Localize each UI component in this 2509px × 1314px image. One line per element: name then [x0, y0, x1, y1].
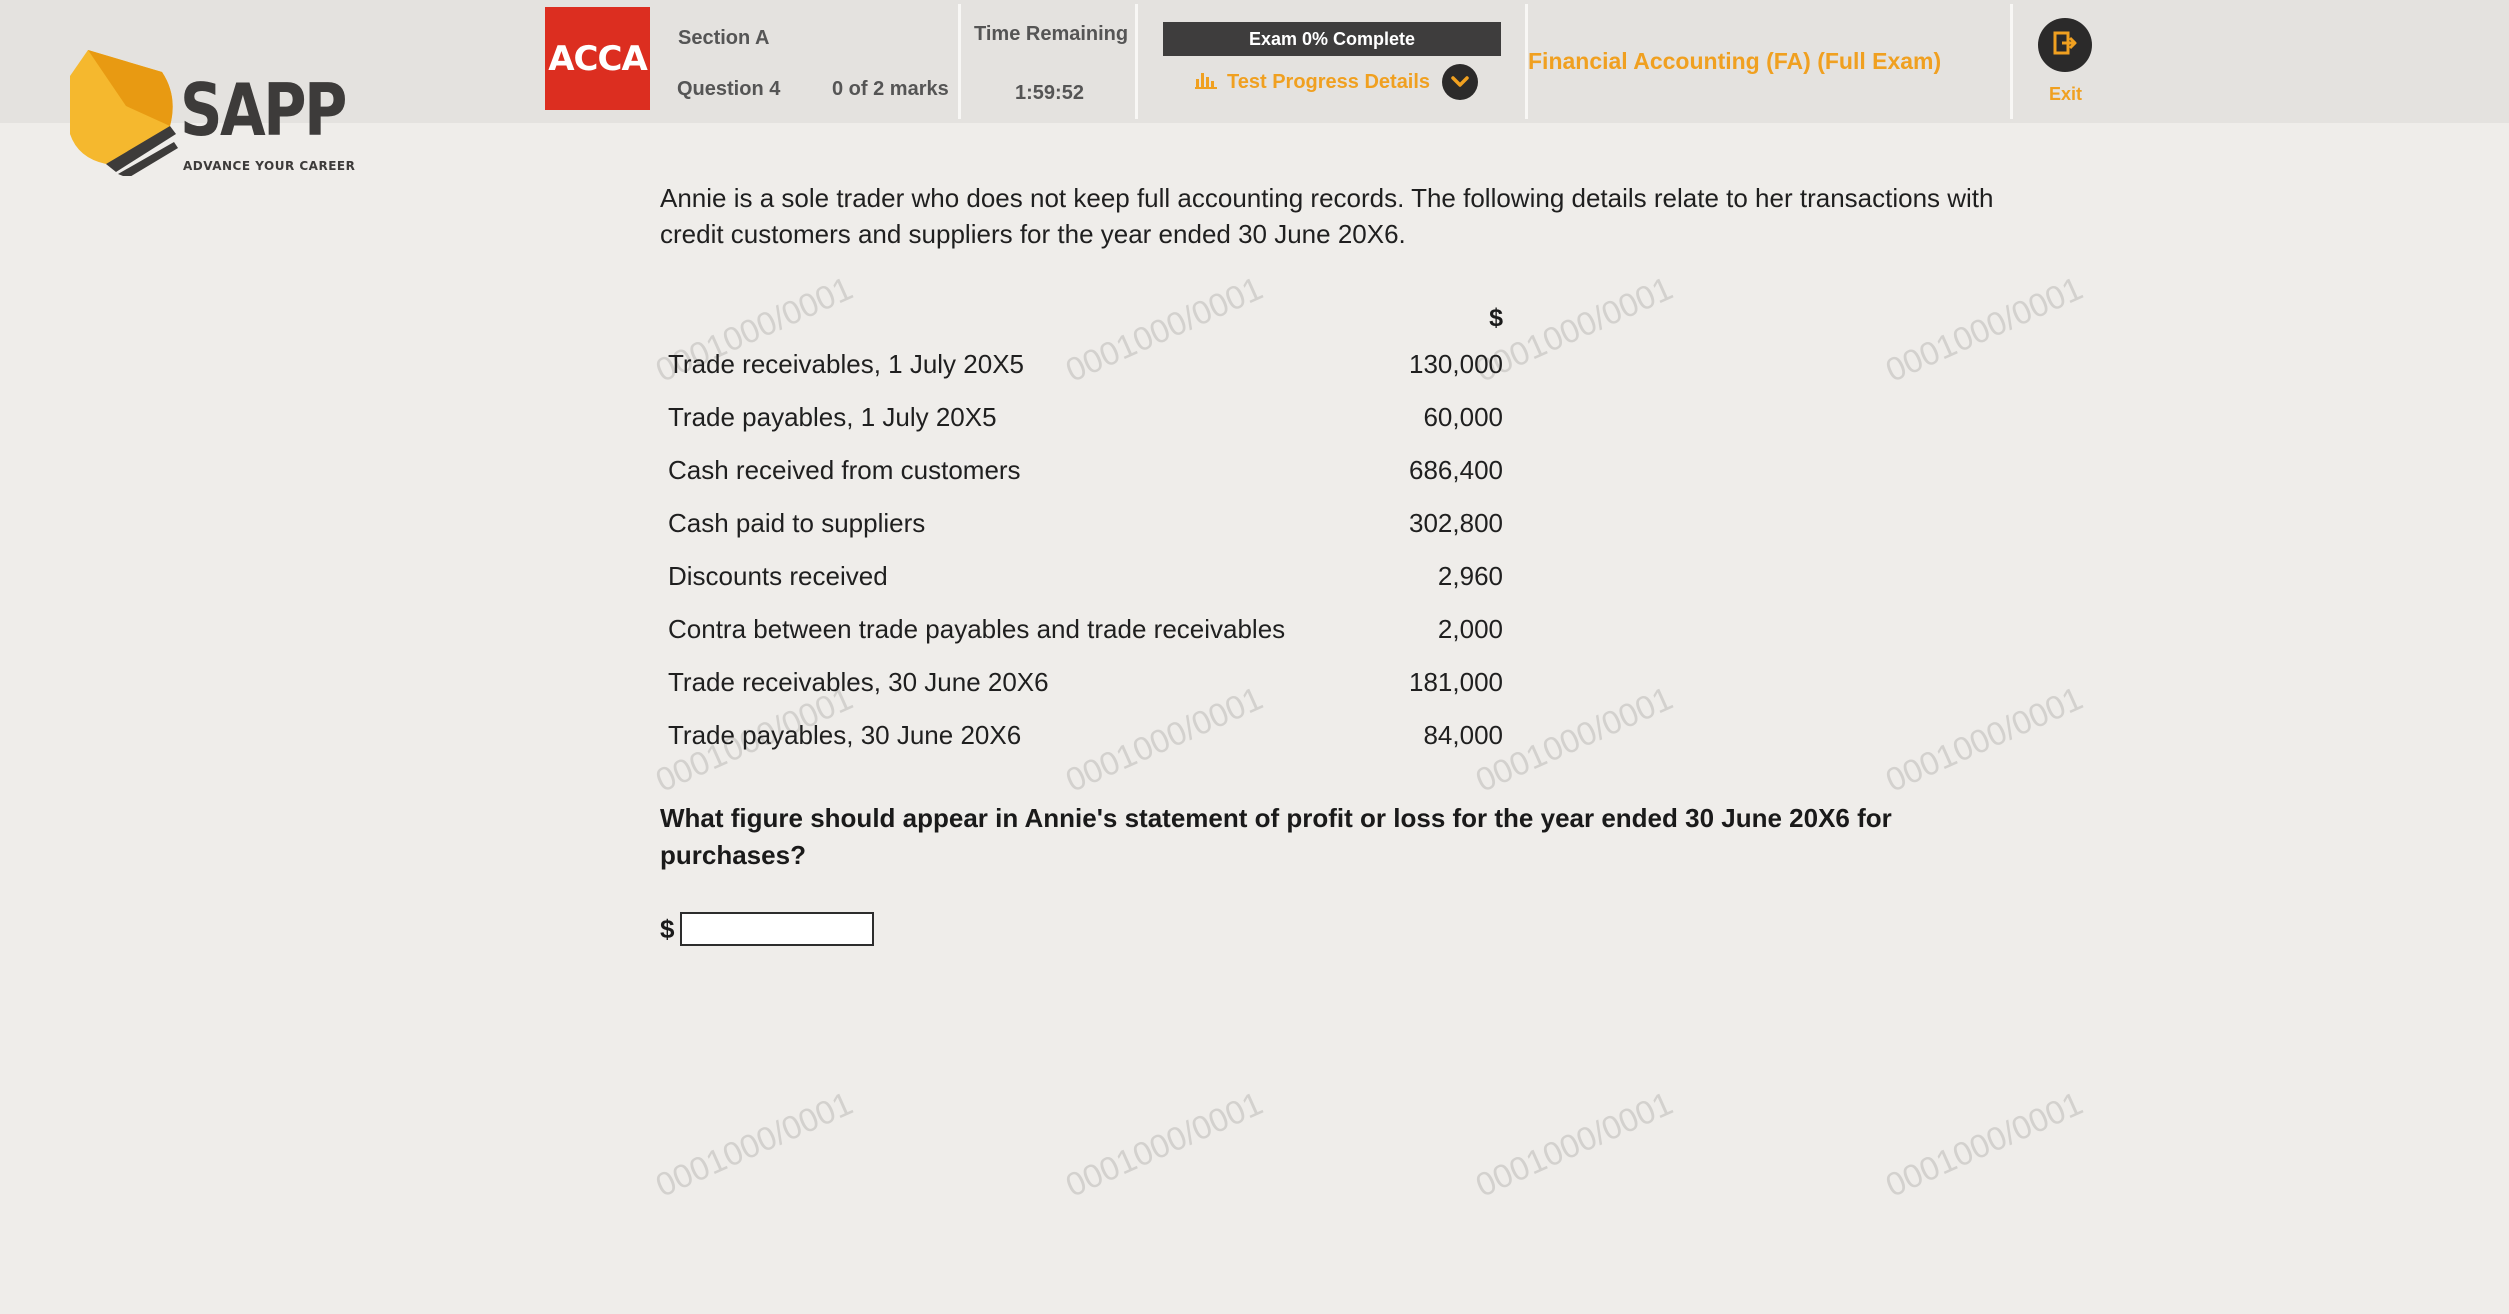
table-row: Cash received from customers 686,400	[668, 444, 1503, 497]
exit-icon	[2052, 30, 2078, 61]
watermark-text: 0001000/0001	[1470, 1084, 1678, 1204]
table-row: Trade receivables, 30 June 20X6 181,000	[668, 656, 1503, 709]
time-remaining-label: Time Remaining	[974, 23, 1129, 45]
answer-row: $	[660, 912, 875, 946]
row-label: Discounts received	[668, 561, 888, 591]
header-divider	[2010, 4, 2013, 119]
acca-logo-text: ACCA	[548, 38, 648, 79]
acca-logo: ACCA	[545, 7, 650, 110]
sapp-logo: SAPP ADVANCE YOUR CAREER	[66, 46, 356, 176]
table-row: Trade receivables, 1 July 20X5 130,000	[668, 338, 1503, 391]
table-currency-header: $	[1489, 303, 1503, 332]
table-row: Cash paid to suppliers 302,800	[668, 497, 1503, 550]
row-label: Contra between trade payables and trade …	[668, 614, 1286, 644]
exam-progress-label: Exam 0% Complete	[1248, 28, 1416, 49]
chevron-down-icon[interactable]	[1442, 64, 1479, 100]
row-value: 130,000	[1409, 349, 1503, 379]
row-label: Cash received from customers	[668, 455, 1021, 485]
header-divider	[958, 4, 961, 119]
table-row: Trade payables, 30 June 20X6 84,000	[668, 709, 1503, 762]
exam-progress-bar: Exam 0% Complete	[1163, 22, 1501, 56]
question-intro: Annie is a sole trader who does not keep…	[660, 183, 1994, 249]
header-divider	[1135, 4, 1138, 119]
sapp-logo-name: SAPP	[180, 68, 347, 152]
question-number: Question 4	[677, 78, 781, 100]
row-label: Trade receivables, 30 June 20X6	[668, 667, 1049, 697]
watermark-text: 0001000/0001	[1060, 1084, 1268, 1204]
question-marks: 0 of 2 marks	[832, 78, 949, 100]
row-value: 84,000	[1423, 720, 1503, 750]
watermark-text: 0001000/0001	[1880, 1084, 2088, 1204]
question-content: Annie is a sole trader who does not keep…	[660, 180, 2000, 946]
bar-chart-icon	[1195, 69, 1217, 95]
table-row: Contra between trade payables and trade …	[668, 603, 1503, 656]
table-header-label	[668, 298, 1368, 338]
row-value: 686,400	[1409, 455, 1503, 485]
watermark-text: 0001000/0001	[650, 1084, 858, 1204]
exam-title: Financial Accounting (FA) (Full Exam)	[1528, 48, 1942, 74]
data-table: $ Trade receivables, 1 July 20X5 130,000 …	[668, 298, 1503, 762]
row-value: 302,800	[1409, 508, 1503, 538]
row-value: 2,000	[1437, 614, 1503, 644]
table-header-row: $	[668, 298, 1503, 338]
row-label: Trade payables, 30 June 20X6	[668, 720, 1022, 750]
answer-input[interactable]	[680, 912, 875, 946]
row-label: Trade payables, 1 July 20X5	[668, 402, 997, 432]
exit-label[interactable]: Exit	[2049, 84, 2082, 105]
exit-button[interactable]	[2038, 18, 2092, 72]
test-progress-details-button[interactable]: Test Progress Details	[1195, 62, 1479, 102]
table-row: Discounts received 2,960	[668, 550, 1503, 603]
row-value: 181,000	[1409, 667, 1503, 697]
watermark-text: 0001000/0001	[1880, 679, 2088, 799]
question-prompt: What figure should appear in Annie's sta…	[660, 803, 1892, 870]
time-remaining-value: 1:59:52	[1015, 82, 1084, 104]
sapp-logo-tagline: ADVANCE YOUR CAREER	[183, 159, 356, 173]
watermark-text: 0001000/0001	[1880, 269, 2088, 389]
section-label: Section A	[678, 27, 770, 49]
row-label: Cash paid to suppliers	[668, 508, 926, 538]
test-progress-details-label: Test Progress Details	[1227, 70, 1431, 93]
top-bar: ACCA Section A Question 4 0 of 2 marks T…	[0, 0, 2509, 123]
row-value: 60,000	[1423, 402, 1503, 432]
answer-currency-label: $	[660, 913, 675, 944]
row-value: 2,960	[1437, 561, 1503, 591]
table-row: Trade payables, 1 July 20X5 60,000	[668, 391, 1503, 444]
row-label: Trade receivables, 1 July 20X5	[668, 349, 1025, 379]
sapp-logo-mark	[70, 50, 178, 176]
